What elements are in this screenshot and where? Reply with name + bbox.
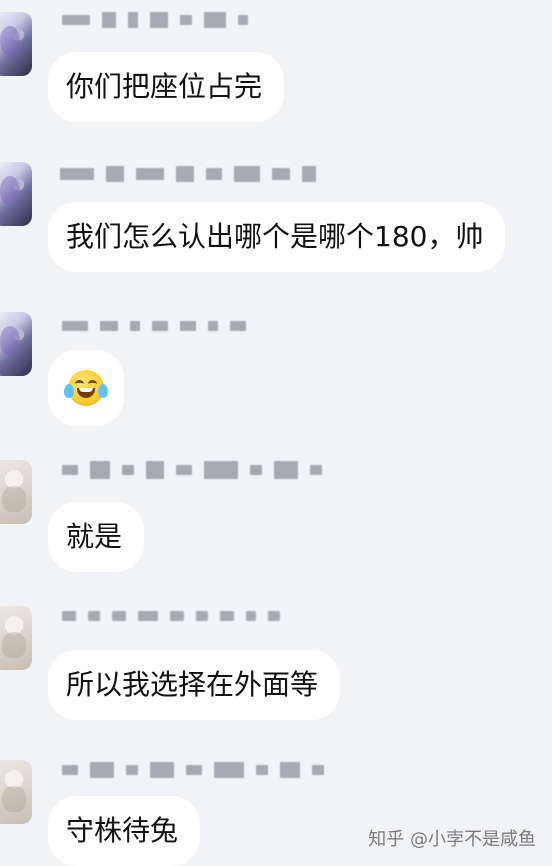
message-bubble[interactable]: 守株待兔 [48, 796, 201, 866]
chat-screen: 你们把座位占完 我们怎么认出哪个是哪个180，帅 就是 所以我选择在外面等 守株… [0, 0, 552, 866]
tears-of-joy-icon [64, 370, 108, 406]
chat-message: 我们怎么认出哪个是哪个180，帅 [0, 154, 552, 294]
message-bubble[interactable]: 我们怎么认出哪个是哪个180，帅 [48, 202, 506, 272]
sender-name-blurred [62, 756, 324, 784]
sender-name-blurred [62, 312, 246, 340]
avatar[interactable] [0, 162, 32, 226]
avatar[interactable] [0, 460, 32, 524]
avatar[interactable] [0, 606, 32, 670]
message-bubble[interactable]: 你们把座位占完 [48, 52, 285, 122]
avatar[interactable] [0, 12, 32, 76]
message-bubble[interactable] [48, 350, 124, 426]
chat-message: 就是 [0, 450, 552, 580]
sender-name-blurred [62, 456, 322, 484]
avatar[interactable] [0, 312, 32, 376]
sender-name-blurred [62, 602, 280, 630]
chat-message: 所以我选择在外面等 [0, 596, 552, 726]
message-bubble[interactable]: 所以我选择在外面等 [48, 650, 341, 720]
sender-name-blurred [62, 6, 248, 34]
chat-message [0, 306, 552, 436]
sender-name-blurred [60, 160, 316, 188]
message-bubble[interactable]: 就是 [48, 502, 145, 572]
chat-message: 你们把座位占完 [0, 0, 552, 126]
watermark: 知乎 @小孛不是咸鱼 [368, 829, 536, 850]
avatar[interactable] [0, 760, 32, 824]
